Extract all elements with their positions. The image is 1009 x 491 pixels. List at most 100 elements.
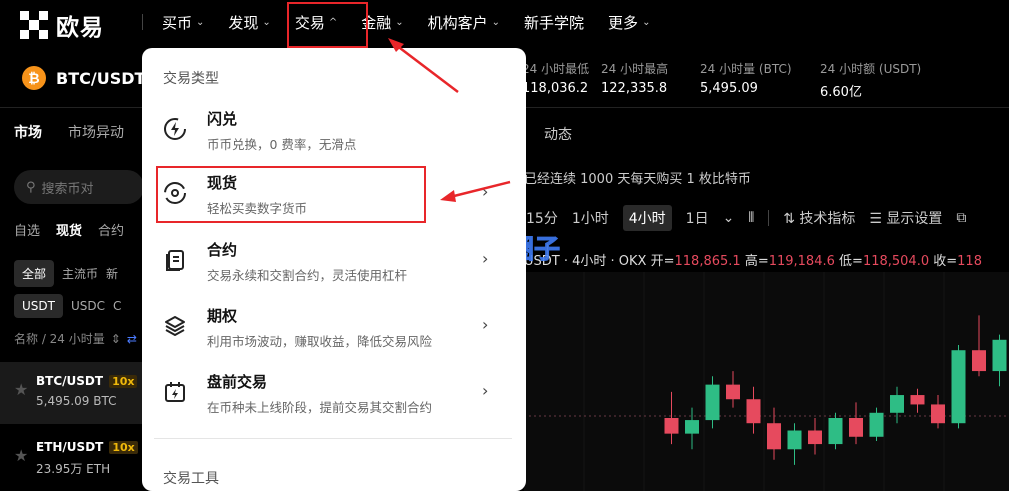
candle-body bbox=[849, 418, 863, 437]
indicators-button[interactable]: ⇅ 技术指标 bbox=[783, 208, 855, 228]
menu-item-futures[interactable]: 合约 交易永续和交割合约，灵活使用杠杆 › bbox=[142, 235, 526, 291]
chevron-down-icon: ⌄ bbox=[395, 16, 404, 28]
section-trade-types: 交易类型 bbox=[163, 71, 219, 87]
sort-header[interactable]: 名称 / 24 小时量 ⇕ ⇄ bbox=[14, 330, 137, 347]
chip-usdc[interactable]: USDC bbox=[71, 299, 105, 313]
leverage-badge: 10x bbox=[109, 440, 138, 454]
chip-usdt[interactable]: USDT bbox=[14, 294, 63, 318]
filter-chips: 全部 主流币 新 bbox=[14, 260, 118, 287]
candle-body bbox=[890, 395, 904, 413]
tf-1d[interactable]: 1日 bbox=[686, 208, 709, 228]
top-nav-bar: 欧易 买币 ⌄ 发现 ⌄ 交易 ^ 金融 ⌄ 机构客户 ⌄ 新手学院 更多 ⌄ bbox=[0, 0, 1009, 44]
search-placeholder: 搜索币对 bbox=[41, 181, 94, 197]
stat-24h-high: 24 小时最高 122,335.8 bbox=[601, 62, 669, 96]
lightning-circle-icon bbox=[164, 118, 186, 140]
menu-item-premarket[interactable]: 盘前交易 在币种未上线阶段，提前交易其交割合约 › bbox=[142, 367, 526, 423]
candle-body bbox=[664, 418, 679, 434]
leverage-badge: 10x bbox=[109, 374, 138, 388]
tab-news[interactable]: 动态 bbox=[544, 124, 572, 144]
candle-body bbox=[705, 384, 720, 421]
search-icon: ⚲ bbox=[26, 179, 36, 195]
chevron-right-icon: › bbox=[482, 315, 489, 334]
tf-4h[interactable]: 4小时 bbox=[622, 205, 672, 231]
chip-mainstream[interactable]: 主流币 bbox=[62, 265, 98, 282]
candle-body bbox=[951, 350, 966, 424]
nav-academy[interactable]: 新手学院 bbox=[512, 0, 596, 44]
section-trade-tools: 交易工具 bbox=[163, 471, 219, 487]
quote-chips: USDT USDC C bbox=[14, 294, 121, 318]
market-sidebar: 市场 市场异动 ⚲ 搜索币对 自选 现货 合约 全部 主流币 新 USDT US… bbox=[0, 108, 150, 491]
star-icon[interactable]: ★ bbox=[14, 380, 28, 399]
candle-body bbox=[828, 418, 843, 445]
chevron-down-icon: ⌄ bbox=[491, 16, 501, 28]
stat-24h-turnover: 24 小时额 (USDT) 6.60亿 bbox=[820, 62, 922, 100]
chip-new[interactable]: 新 bbox=[106, 265, 118, 282]
main-nav: 买币 ⌄ 发现 ⌄ 交易 ^ 金融 ⌄ 机构客户 ⌄ 新手学院 更多 ⌄ bbox=[150, 0, 662, 44]
chip-other[interactable]: C bbox=[113, 299, 121, 313]
chevron-down-icon: ⌄ bbox=[642, 16, 651, 28]
candle-body bbox=[869, 412, 884, 437]
chip-all[interactable]: 全部 bbox=[14, 260, 55, 287]
market-tabs: 市场 市场异动 bbox=[14, 122, 124, 142]
chart-toolbar: 15分 1小时 4小时 1日 ⌄ ⫴ ⇅ 技术指标 ☰ 显示设置 ⧉ bbox=[526, 204, 1009, 232]
toolbar-divider bbox=[768, 210, 770, 226]
contract-document-icon bbox=[166, 250, 184, 271]
pair-search-input[interactable]: ⚲ 搜索币对 bbox=[14, 170, 144, 204]
chevron-down-icon: ⌄ bbox=[196, 16, 205, 28]
highlight-box-trade bbox=[287, 2, 368, 48]
kline-svg bbox=[524, 272, 1009, 491]
tab-market[interactable]: 市场 bbox=[14, 122, 42, 142]
menu-divider bbox=[154, 438, 512, 439]
trade-dropdown-menu: 交易类型 闪兑 币币兑换，0 费率，无滑点 现货 轻松买卖数字货币 › 合约 交… bbox=[142, 48, 526, 491]
list-item[interactable]: ★ BTC/USDT 10x 5,495.09 BTC bbox=[0, 362, 150, 424]
calendar-lightning-icon bbox=[165, 382, 185, 402]
nav-divider bbox=[142, 14, 143, 30]
category-tabs: 自选 现货 合约 bbox=[14, 220, 124, 239]
sort-icon: ⇕ bbox=[110, 331, 121, 346]
brand-name: 欧易 bbox=[56, 15, 104, 41]
candle-body bbox=[992, 339, 1007, 372]
stat-24h-low: 24 小时最低 118,036.2 bbox=[522, 62, 590, 96]
candle-body bbox=[931, 404, 945, 424]
nav-buy-crypto[interactable]: 买币 ⌄ bbox=[150, 0, 216, 44]
candle-body bbox=[767, 423, 781, 450]
tab-spot[interactable]: 现货 bbox=[56, 220, 82, 239]
tf-1h[interactable]: 1小时 bbox=[572, 208, 609, 228]
okx-logo-icon bbox=[20, 11, 48, 39]
stat-24h-volume: 24 小时量 (BTC) 5,495.09 bbox=[700, 62, 792, 96]
nav-institutional[interactable]: 机构客户 ⌄ bbox=[416, 0, 512, 44]
candle-body bbox=[726, 384, 740, 400]
pair-name: BTC/USDT bbox=[56, 68, 146, 88]
bitcoin-icon: ₿ bbox=[22, 66, 46, 90]
candle-body bbox=[787, 430, 802, 450]
candle-body bbox=[910, 395, 925, 405]
candle-body bbox=[972, 350, 986, 372]
nav-discover[interactable]: 发现 ⌄ bbox=[216, 0, 282, 44]
candle-body bbox=[808, 430, 822, 445]
nav-more[interactable]: 更多 ⌄ bbox=[596, 0, 662, 44]
chevron-right-icon: › bbox=[482, 182, 489, 201]
chevron-right-icon: › bbox=[482, 381, 489, 400]
swap-icon[interactable]: ⇄ bbox=[127, 332, 137, 346]
chevron-down-icon: ⌄ bbox=[262, 16, 271, 28]
candle-type-icon[interactable]: ⫴ bbox=[748, 210, 754, 226]
news-ticker[interactable]: 已经连续 1000 天每天购买 1 枚比特币 bbox=[524, 168, 751, 187]
tab-market-movers[interactable]: 市场异动 bbox=[68, 122, 124, 142]
candle-body bbox=[746, 399, 761, 424]
star-icon[interactable]: ★ bbox=[14, 446, 28, 465]
tab-favorites[interactable]: 自选 bbox=[14, 220, 40, 239]
pair-selector[interactable]: ₿ BTC/USDT bbox=[22, 66, 145, 90]
brand-logo[interactable]: 欧易 bbox=[20, 8, 104, 42]
tab-futures[interactable]: 合约 bbox=[98, 220, 124, 239]
list-item[interactable]: ★ ETH/USDT 10x 23.95万 ETH bbox=[0, 428, 150, 490]
chevron-right-icon: › bbox=[482, 249, 489, 268]
chevron-down-icon[interactable]: ⌄ bbox=[723, 210, 735, 226]
highlight-box-spot bbox=[156, 166, 426, 223]
menu-item-options[interactable]: 期权 利用市场波动，赚取收益，降低交易风险 › bbox=[142, 301, 526, 357]
menu-item-convert[interactable]: 闪兑 币币兑换，0 费率，无滑点 bbox=[142, 104, 526, 160]
more-tools-icon[interactable]: ⧉ bbox=[956, 210, 966, 226]
kline-chart[interactable] bbox=[524, 272, 1009, 491]
display-settings-button[interactable]: ☰ 显示设置 bbox=[869, 208, 942, 228]
ohlc-legend: USDT · 4小时 · OKX 开=118,865.1 高=119,184.6… bbox=[524, 254, 982, 269]
candle-body bbox=[685, 420, 699, 434]
